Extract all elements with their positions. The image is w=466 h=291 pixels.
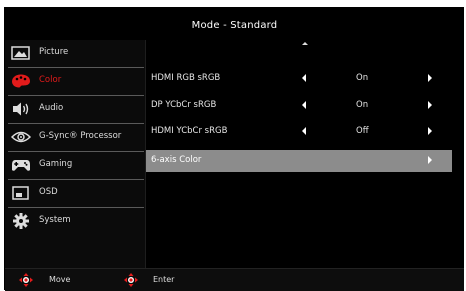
setting-label: 6-axis Color — [151, 155, 202, 165]
left-arrow-icon[interactable] — [302, 74, 306, 82]
setting-label: HDMI YCbCr sRGB — [151, 126, 228, 136]
setting-row-6-axis-color[interactable]: 6-axis Color — [146, 150, 452, 172]
gear-icon — [13, 213, 29, 229]
sidebar-item-label: OSD — [39, 187, 58, 197]
right-arrow-icon[interactable] — [428, 127, 432, 135]
sidebar-item-picture[interactable]: Picture — [5, 41, 145, 66]
osd-window-icon — [12, 186, 29, 200]
sidebar-item-system[interactable]: System — [5, 209, 145, 234]
gsync-eye-icon — [11, 131, 31, 143]
sidebar-item-label: Picture — [39, 47, 69, 57]
sidebar-item-label: System — [39, 215, 71, 225]
submenu-panel: HDMI RGB sRGB On DP YCbCr sRGB On HDMI Y… — [146, 40, 464, 268]
sidebar-item-osd[interactable]: OSD — [5, 181, 145, 206]
scroll-up-icon[interactable] — [302, 42, 308, 45]
setting-row-hdmi-rgb-srgb[interactable]: HDMI RGB sRGB On — [146, 68, 452, 90]
sidebar-item-color[interactable]: Color — [5, 69, 145, 94]
divider — [8, 123, 144, 124]
move-dpad-icon — [19, 273, 33, 287]
sidebar-item-gsync-processor[interactable]: G-Sync® Processor — [5, 125, 145, 150]
color-palette-icon — [12, 74, 30, 88]
title-bar: Mode - Standard — [5, 11, 464, 41]
setting-value: Off — [356, 126, 369, 136]
sidebar-item-label: Audio — [39, 103, 64, 113]
sidebar-item-label: Gaming — [39, 159, 73, 169]
right-arrow-icon[interactable] — [428, 101, 432, 109]
sidebar-item-gaming[interactable]: Gaming — [5, 153, 145, 178]
setting-label: HDMI RGB sRGB — [151, 73, 221, 83]
left-arrow-icon[interactable] — [302, 127, 306, 135]
setting-row-dp-ycbcr-srgb[interactable]: DP YCbCr sRGB On — [146, 95, 452, 117]
enter-hint-label: Enter — [153, 275, 175, 284]
setting-value: On — [356, 100, 369, 110]
setting-value: On — [356, 73, 369, 83]
divider — [8, 207, 144, 208]
right-arrow-icon[interactable] — [428, 156, 432, 164]
setting-label: DP YCbCr sRGB — [151, 100, 217, 110]
divider — [8, 151, 144, 152]
sidebar-item-label: Color — [39, 75, 62, 85]
sidebar: Picture Color Audio G-Sync® Processor Ga… — [5, 40, 145, 268]
right-arrow-icon[interactable] — [428, 74, 432, 82]
footer-hints: Move Enter — [5, 268, 464, 291]
page-title: Mode - Standard — [191, 20, 278, 31]
sidebar-item-audio[interactable]: Audio — [5, 97, 145, 122]
speaker-icon — [13, 102, 29, 116]
divider — [8, 95, 144, 96]
divider — [8, 179, 144, 180]
osd-menu: Mode - Standard Picture Color Audio G-Sy… — [4, 7, 464, 291]
setting-row-hdmi-ycbcr-srgb[interactable]: HDMI YCbCr sRGB Off — [146, 121, 452, 143]
gamepad-icon — [12, 160, 30, 171]
left-arrow-icon[interactable] — [302, 101, 306, 109]
move-hint-label: Move — [49, 275, 71, 284]
sidebar-item-label: G-Sync® Processor — [39, 131, 122, 141]
divider — [8, 67, 144, 68]
picture-icon — [11, 46, 30, 60]
enter-dpad-icon — [124, 273, 138, 287]
